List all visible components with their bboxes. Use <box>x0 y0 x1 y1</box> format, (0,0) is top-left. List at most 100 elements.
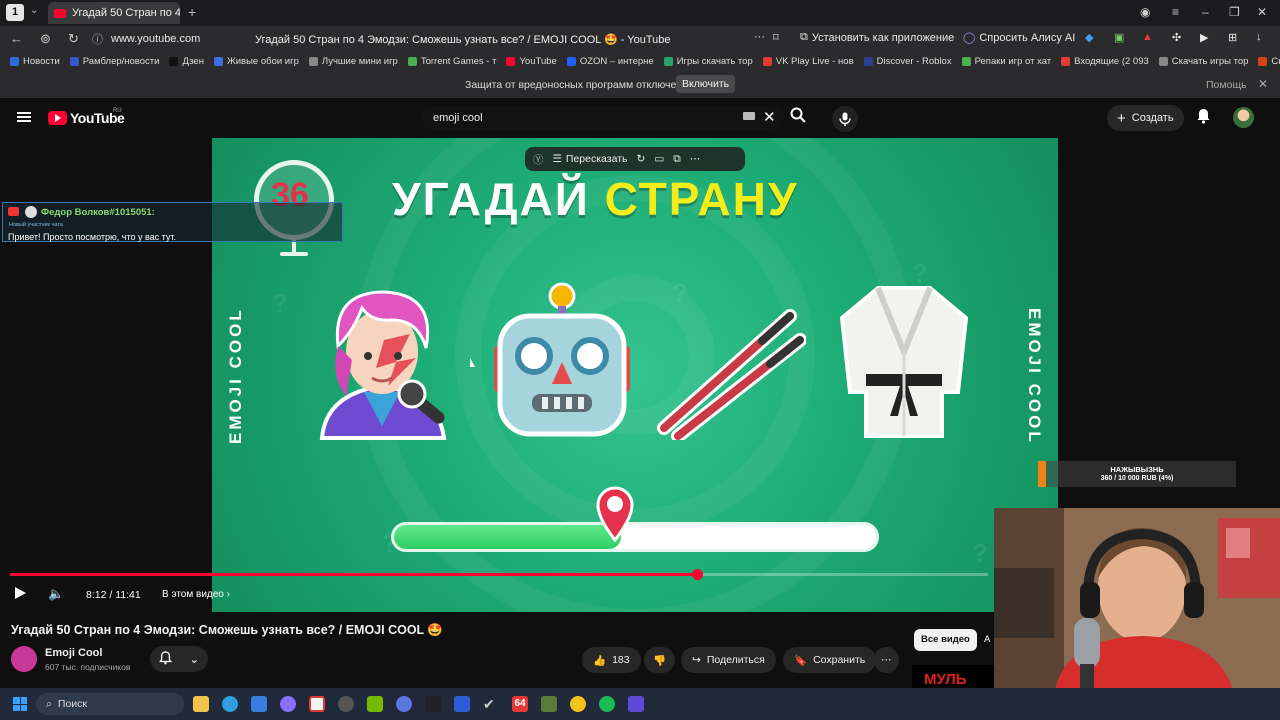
media-play-icon[interactable]: ▶ <box>1200 31 1208 44</box>
install-app-label: Установить как приложение <box>811 31 955 44</box>
nvidia-icon[interactable] <box>367 696 383 712</box>
bookmark-item[interactable]: Discover - Roblox <box>863 56 952 67</box>
seek-bar-played <box>10 573 697 576</box>
downloads-icon[interactable]: ↓ <box>1256 31 1262 43</box>
bookmark-label: Репаки игр от хат <box>974 55 1052 67</box>
restore-window-icon[interactable]: ❐ <box>1229 5 1240 19</box>
edge-icon[interactable] <box>222 696 238 712</box>
play-icon[interactable] <box>15 587 26 599</box>
more-dots-icon[interactable]: ··· <box>754 31 765 43</box>
minimize-window-icon[interactable]: – <box>1202 5 1209 19</box>
browser-tab-active[interactable]: Угадай 50 Стран по 4 Э ✕ <box>48 2 180 24</box>
app-64-icon[interactable]: 64 <box>512 696 528 712</box>
channel-name[interactable]: Emoji Cool <box>45 647 102 659</box>
youtube-logo[interactable]: YouTube RU <box>48 108 125 126</box>
help-link[interactable]: Помощь <box>1206 79 1247 91</box>
minecraft-icon[interactable] <box>541 696 557 712</box>
site-info-icon[interactable]: ⓘ <box>92 31 103 47</box>
voice-search-mic-icon[interactable] <box>832 106 858 132</box>
bookmark-item[interactable]: VK Play Live - нов <box>762 56 854 67</box>
channel-subscribers: 607 тыс. подписчиков <box>45 662 131 672</box>
windows-start-icon[interactable] <box>13 697 27 711</box>
bookmark-item[interactable]: Дзен <box>169 56 204 67</box>
all-videos-chip[interactable]: Все видео <box>914 629 977 651</box>
volume-icon[interactable]: 🔈 <box>48 586 64 602</box>
tab-list-chevron-icon[interactable]: ⌄ <box>30 5 38 16</box>
chapters-button[interactable]: В этом видео › <box>162 589 230 600</box>
subtitles-icon[interactable]: ▭ <box>654 153 664 165</box>
bookmark-item[interactable]: Живые обои игр <box>213 56 299 67</box>
notifications-bell-icon[interactable] <box>1196 108 1211 128</box>
youtube-header: YouTube RU emoji cool ✕ + Создать <box>0 98 1280 138</box>
profile-icon[interactable]: ◉ <box>1140 5 1150 19</box>
like-button[interactable]: 👍 183 <box>582 647 641 673</box>
ask-alice-button[interactable]: ◯ Спросить Алису AI <box>963 31 1075 45</box>
translate-icon[interactable]: ↻ <box>637 153 646 165</box>
install-app-button[interactable]: ⧉ Установить как приложение <box>800 31 954 44</box>
back-arrow-icon[interactable]: ← <box>10 31 23 46</box>
tab-count-badge[interactable]: 1 <box>6 4 24 21</box>
close-window-icon[interactable]: ✕ <box>1257 5 1267 19</box>
retell-button[interactable]: ☰ Пересказать <box>553 153 628 165</box>
share-button[interactable]: ↪ Поделиться <box>681 647 776 673</box>
user-avatar[interactable] <box>1233 107 1254 128</box>
reload-icon[interactable]: ↻ <box>68 31 79 47</box>
extension-image-icon[interactable]: ▣ <box>1114 31 1124 44</box>
new-tab-plus-icon[interactable]: + <box>188 4 196 20</box>
bookmark-item[interactable]: Скачать игры <box>1258 56 1280 67</box>
seek-bar[interactable] <box>10 569 988 580</box>
dislike-button[interactable]: 👎 <box>644 647 676 673</box>
file-explorer-icon[interactable] <box>193 696 209 712</box>
extensions-puzzle-icon[interactable]: ✣ <box>1172 31 1181 44</box>
bookmark-item[interactable]: Рамблер/новости <box>69 56 159 67</box>
app-purple-icon[interactable] <box>628 696 644 712</box>
xbox-app-icon[interactable] <box>454 696 470 712</box>
search-input[interactable]: emoji cool <box>422 106 784 130</box>
store-icon[interactable] <box>251 696 267 712</box>
enable-protection-button[interactable]: Включить <box>676 75 736 93</box>
bookmark-item[interactable]: Новости <box>10 56 60 67</box>
yandex-browser-icon[interactable] <box>309 696 325 712</box>
bookmark-item[interactable]: Входящие (2 093 <box>1061 56 1149 67</box>
app-yellow-icon[interactable] <box>570 696 586 712</box>
keyboard-icon[interactable] <box>743 112 755 120</box>
clear-search-icon[interactable]: ✕ <box>763 108 776 126</box>
bookmark-item[interactable]: Игры скачать тор <box>663 56 753 67</box>
seek-handle[interactable] <box>691 569 703 580</box>
channel-avatar[interactable] <box>11 646 37 672</box>
bookmark-item[interactable]: Репаки игр от хат <box>961 55 1052 67</box>
extension-badge-icon[interactable]: ▲ <box>1142 31 1153 43</box>
alice-app-icon[interactable] <box>280 696 296 712</box>
more-options-icon[interactable]: ⋯ <box>690 153 701 165</box>
taskbar-search[interactable]: ⌕ Поиск <box>36 693 184 715</box>
close-warning-icon[interactable]: ✕ <box>1258 77 1268 91</box>
collections-icon[interactable]: ⊞ <box>1228 31 1237 44</box>
discord-icon[interactable] <box>396 696 412 712</box>
hamburger-menu-icon[interactable] <box>17 112 31 122</box>
next-chip[interactable]: А <box>984 634 990 645</box>
save-button[interactable]: 🔖 Сохранить <box>783 647 877 673</box>
donation-goal-value: 360 / 10 000 RUB (4%) <box>1100 475 1174 482</box>
bookmark-item[interactable]: Лучшие мини игр <box>308 56 398 67</box>
bookmark-item[interactable]: Torrent Games - т <box>407 56 496 67</box>
alice-ai-icon[interactable]: Ⓨ <box>533 152 544 167</box>
streamer-webcam <box>994 508 1280 694</box>
check-icon[interactable]: ✔ <box>483 696 499 712</box>
bookmark-item[interactable]: OZON – интерне <box>566 56 654 67</box>
bookmark-item[interactable]: YouTube <box>506 56 557 67</box>
create-button[interactable]: + Создать <box>1107 105 1184 131</box>
subscription-bell-button[interactable]: ⌄ <box>150 646 208 672</box>
shield-icon[interactable]: ⊚ <box>40 31 51 47</box>
more-actions-button[interactable]: ⋯ <box>874 647 899 673</box>
menu-icon[interactable]: ≡ <box>1172 5 1179 19</box>
thumbs-up-icon: 👍 <box>593 654 607 667</box>
bookmark-favicon-icon <box>308 56 318 66</box>
epic-games-icon[interactable] <box>425 696 441 712</box>
bookmark-icon[interactable]: ⌑ <box>773 31 779 44</box>
bookmark-item[interactable]: Скачать игры тор <box>1158 56 1248 67</box>
app-icon[interactable] <box>338 696 354 712</box>
extension-icon[interactable]: ◆ <box>1085 31 1093 44</box>
search-icon[interactable] <box>790 107 806 127</box>
spotify-icon[interactable] <box>599 696 615 712</box>
picture-in-picture-icon[interactable]: ⧉ <box>673 153 681 166</box>
